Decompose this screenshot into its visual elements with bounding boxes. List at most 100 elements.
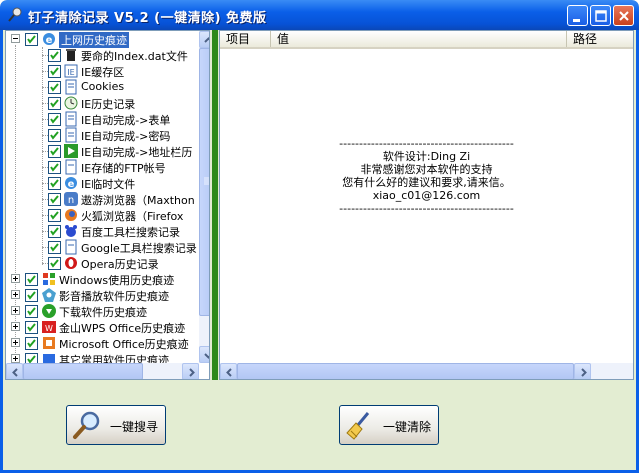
tree-node-group[interactable]: Microsoft Office历史痕迹	[6, 335, 199, 351]
baidu-icon	[65, 225, 77, 237]
check-icon	[50, 83, 59, 92]
checkbox[interactable]	[48, 177, 61, 190]
tree-node-child[interactable]: n 遨游浏览器（Maxthon	[6, 191, 199, 207]
maxthon-icon: n	[64, 192, 78, 206]
scroll-right-button[interactable]	[182, 363, 199, 379]
checkbox[interactable]	[25, 273, 38, 286]
check-icon	[50, 163, 59, 172]
button-bar: 一键搜寻 一键清除	[3, 382, 636, 470]
scroll-thumb[interactable]	[23, 363, 143, 379]
tree-node-child[interactable]: Opera历史记录	[6, 255, 199, 271]
checkbox[interactable]	[48, 97, 61, 110]
tree-node-child[interactable]: IE历史记录	[6, 95, 199, 111]
panel-splitter[interactable]	[212, 30, 218, 380]
arrow-down-icon	[204, 353, 209, 359]
search-button[interactable]: 一键搜寻	[66, 405, 166, 445]
checkbox[interactable]	[48, 145, 61, 158]
checkbox[interactable]	[48, 129, 61, 142]
tree-node-child[interactable]: IE自动完成->地址栏历	[6, 143, 199, 159]
expand-toggle[interactable]	[11, 338, 20, 347]
list-header: 项目 值 路径	[220, 31, 633, 49]
checkbox[interactable]	[25, 337, 38, 350]
tree-node-label: IE历史记录	[81, 98, 136, 111]
tree-node-child[interactable]: IE存储的FTP帐号	[6, 159, 199, 175]
tree-node-child[interactable]: 要命的Index.dat文件	[6, 47, 199, 63]
checkbox[interactable]	[48, 225, 61, 238]
scroll-left-button[interactable]	[6, 363, 23, 379]
media-icon	[42, 288, 56, 302]
tree-node-child[interactable]: e IE临时文件	[6, 175, 199, 191]
tree-node-label: Microsoft Office历史痕迹	[59, 338, 189, 351]
scroll-down-button[interactable]	[199, 346, 209, 363]
result-list[interactable]: 项目 值 路径 --------------------------------…	[219, 30, 634, 380]
scroll-left-button[interactable]	[220, 363, 237, 379]
checkbox[interactable]	[25, 289, 38, 302]
check-icon	[50, 179, 59, 188]
separator-line: ----------------------------------------…	[339, 202, 514, 215]
column-header-path[interactable]: 路径	[567, 31, 633, 47]
tree-node-child[interactable]: 火狐浏览器（Firefox	[6, 207, 199, 223]
maximize-button[interactable]	[590, 5, 611, 26]
expand-toggle[interactable]	[11, 322, 20, 331]
form-icon	[65, 111, 77, 127]
cache-icon: IE	[64, 64, 78, 78]
tree-node-child[interactable]: IE IE缓存区	[6, 63, 199, 79]
tree-node-web-history[interactable]: e 上网历史痕迹	[6, 31, 199, 48]
tree-node-label: 金山WPS Office历史痕迹	[59, 322, 186, 335]
history-icon	[64, 96, 78, 110]
pin-app-icon	[8, 7, 22, 22]
main-window: 钉子清除记录 V5.2 (一键清除) 免费版 e 上网历史痕迹 要命的Index…	[0, 0, 639, 473]
about-line: 软件设计:Ding Zi	[382, 150, 471, 163]
download-icon	[42, 304, 56, 318]
collapse-toggle[interactable]	[11, 34, 20, 43]
expand-toggle[interactable]	[11, 306, 20, 315]
tree-node-label: 遨游浏览器（Maxthon	[81, 194, 195, 207]
clean-button-label: 一键清除	[383, 420, 432, 434]
svg-text:W: W	[45, 324, 53, 333]
windows-icon	[43, 273, 55, 285]
tree-node-child[interactable]: IE自动完成->表单	[6, 111, 199, 127]
tree-vertical-scrollbar[interactable]	[199, 31, 209, 363]
tree-node-group[interactable]: Windows使用历史痕迹	[6, 271, 199, 287]
close-button[interactable]	[613, 5, 634, 26]
tree-node-group[interactable]: 影音播放软件历史痕迹	[6, 287, 199, 303]
checkbox[interactable]	[25, 321, 38, 334]
checkbox[interactable]	[48, 241, 61, 254]
expand-toggle[interactable]	[11, 354, 20, 363]
expand-toggle[interactable]	[11, 290, 20, 299]
clean-button[interactable]: 一键清除	[339, 405, 439, 445]
tree-node-child[interactable]: Cookies	[6, 79, 199, 95]
checkbox[interactable]	[48, 161, 61, 174]
checkbox[interactable]	[48, 81, 61, 94]
scroll-thumb[interactable]	[237, 363, 574, 379]
checkbox[interactable]	[48, 257, 61, 270]
tree-node-child[interactable]: IE自动完成->密码	[6, 127, 199, 143]
tree-node-group[interactable]: W 金山WPS Office历史痕迹	[6, 319, 199, 335]
checkbox[interactable]	[48, 65, 61, 78]
tree-horizontal-scrollbar[interactable]	[6, 363, 199, 379]
opera-icon	[65, 257, 77, 269]
minimize-button[interactable]	[567, 5, 588, 26]
check-icon	[50, 99, 59, 108]
scroll-up-button[interactable]	[199, 31, 209, 48]
scroll-right-button[interactable]	[574, 363, 591, 379]
scroll-thumb[interactable]	[199, 48, 209, 316]
check-icon	[50, 51, 59, 60]
tree-node-group[interactable]: 下载软件历史痕迹	[6, 303, 199, 319]
category-tree[interactable]: e 上网历史痕迹 要命的Index.dat文件 IE IE缓存区 Cookies IE历…	[5, 30, 210, 380]
checkbox[interactable]	[25, 305, 38, 318]
tree-node-label: Opera历史记录	[81, 258, 159, 271]
title-bar[interactable]: 钉子清除记录 V5.2 (一键清除) 免费版	[0, 0, 639, 30]
list-horizontal-scrollbar[interactable]	[220, 363, 633, 379]
checkbox[interactable]	[48, 193, 61, 206]
tree-node-child[interactable]: 百度工具栏搜索记录	[6, 223, 199, 239]
column-header-value[interactable]: 值	[271, 31, 567, 47]
checkbox[interactable]	[25, 33, 38, 46]
column-header-item[interactable]: 项目	[220, 31, 271, 47]
checkbox[interactable]	[48, 49, 61, 62]
checkbox[interactable]	[48, 209, 61, 222]
tree-node-child[interactable]: Google工具栏搜索记录	[6, 239, 199, 255]
checkbox[interactable]	[48, 113, 61, 126]
tree-node-label: IE自动完成->表单	[81, 114, 171, 127]
expand-toggle[interactable]	[11, 274, 20, 283]
